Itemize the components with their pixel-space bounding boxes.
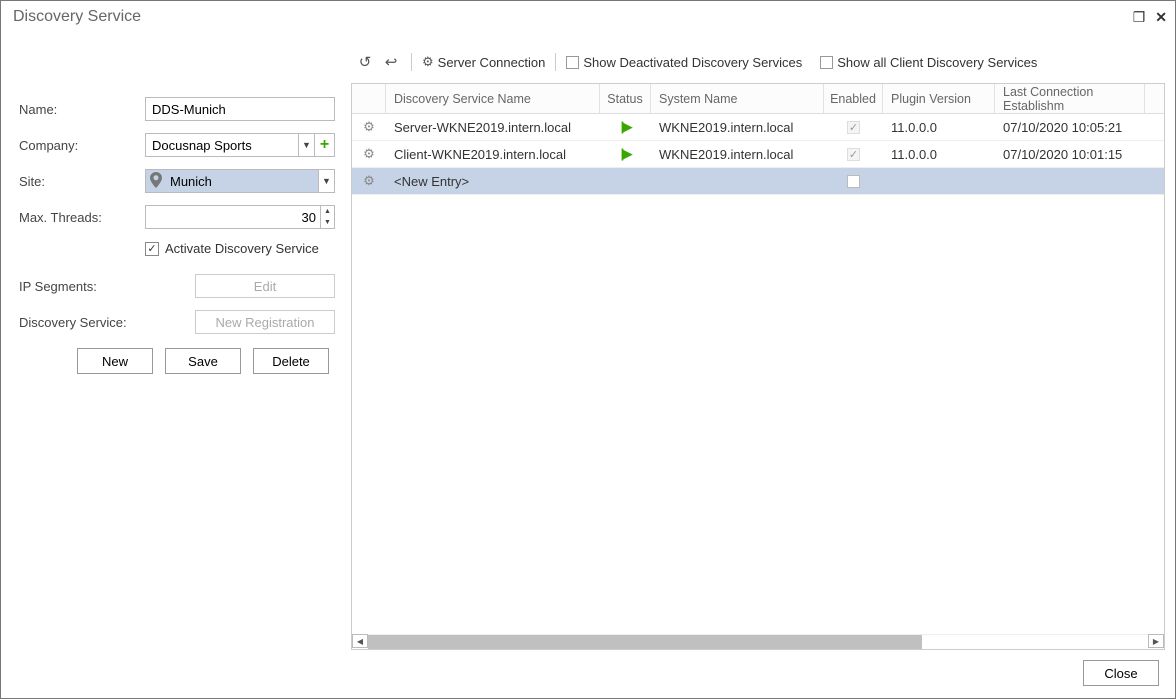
- title-bar: Discovery Service ❐ ✕: [1, 1, 1175, 33]
- name-label: Name:: [19, 102, 145, 117]
- close-icon[interactable]: ✕: [1155, 9, 1167, 26]
- activate-checkbox[interactable]: ✓: [145, 242, 159, 256]
- ipseg-edit-button[interactable]: Edit: [195, 274, 335, 298]
- row-plugin: 11.0.0.0: [883, 147, 995, 162]
- company-combo[interactable]: [145, 133, 299, 157]
- table-row[interactable]: ⚙Server-WKNE2019.intern.local |▶ WKNE2019.…: [352, 114, 1164, 141]
- show-all-client-checkbox[interactable]: Show all Client Discovery Services: [820, 55, 1037, 70]
- row-plugin: 11.0.0.0: [883, 120, 995, 135]
- row-name: Client-WKNE2019.intern.local: [386, 147, 600, 162]
- show-deactivated-checkbox[interactable]: Show Deactivated Discovery Services: [566, 55, 802, 70]
- new-registration-button[interactable]: New Registration: [195, 310, 335, 334]
- row-last: 07/10/2020 10:05:21: [995, 120, 1145, 135]
- gear-icon: ⚙: [422, 54, 434, 70]
- activate-label: Activate Discovery Service: [165, 241, 319, 256]
- row-gear-icon: ⚙: [352, 146, 386, 162]
- server-connection-button[interactable]: ⚙ Server Connection: [422, 54, 545, 70]
- row-name: Server-WKNE2019.intern.local: [386, 120, 600, 135]
- checkbox-icon: [566, 56, 579, 69]
- company-dropdown-icon[interactable]: ▼: [299, 133, 315, 157]
- grid-header: Discovery Service Name Status System Nam…: [352, 84, 1164, 114]
- form-panel: Name: Company: ▼ + Site: ▼: [1, 33, 345, 650]
- checkbox-icon: [820, 56, 833, 69]
- col-plugin[interactable]: Plugin Version: [883, 84, 995, 113]
- company-label: Company:: [19, 138, 145, 153]
- site-label: Site:: [19, 174, 145, 189]
- row-gear-icon: ⚙: [352, 119, 386, 135]
- scroll-right-icon[interactable]: ▶: [1148, 634, 1164, 648]
- window-controls: ❐ ✕: [1133, 9, 1167, 26]
- row-system: WKNE2019.intern.local: [651, 120, 824, 135]
- threads-input[interactable]: [145, 205, 335, 229]
- col-name[interactable]: Discovery Service Name: [386, 84, 600, 113]
- server-connection-label: Server Connection: [438, 55, 546, 70]
- row-gear-icon: ⚙: [352, 173, 386, 189]
- col-last[interactable]: Last Connection Establishm: [995, 84, 1145, 113]
- back-icon[interactable]: ↩: [381, 53, 401, 71]
- grid-panel: ↺ ↩ ⚙ Server Connection Show Deactivated…: [345, 33, 1175, 650]
- grid-body: ⚙Server-WKNE2019.intern.local|▶WKNE2019.…: [352, 114, 1164, 649]
- new-button[interactable]: New: [77, 348, 153, 374]
- window-title: Discovery Service: [9, 8, 141, 26]
- col-status[interactable]: Status: [600, 84, 651, 113]
- horizontal-scrollbar: ◀ ▶: [352, 633, 1164, 649]
- row-enabled: [824, 175, 883, 188]
- show-deactivated-label: Show Deactivated Discovery Services: [583, 55, 802, 70]
- scroll-left-icon[interactable]: ◀: [352, 634, 368, 648]
- row-enabled: ✓: [824, 121, 883, 134]
- site-dropdown-icon[interactable]: ▼: [319, 169, 335, 193]
- row-enabled: ✓: [824, 148, 883, 161]
- ipseg-label: IP Segments:: [19, 279, 145, 294]
- play-icon: |▶: [621, 119, 631, 135]
- row-system: WKNE2019.intern.local: [651, 147, 824, 162]
- play-icon: |▶: [621, 146, 631, 162]
- save-button[interactable]: Save: [165, 348, 241, 374]
- maximize-icon[interactable]: ❐: [1133, 9, 1146, 26]
- company-add-button[interactable]: +: [315, 133, 335, 157]
- dsrv-label: Discovery Service:: [19, 315, 145, 330]
- table-row[interactable]: ⚙Client-WKNE2019.intern.local |▶ WKNE2019.…: [352, 141, 1164, 168]
- dialog-footer: Close: [1083, 660, 1159, 686]
- threads-label: Max. Threads:: [19, 210, 145, 225]
- delete-button[interactable]: Delete: [253, 348, 329, 374]
- enabled-checkbox[interactable]: ✓: [847, 121, 860, 134]
- enabled-checkbox[interactable]: [847, 175, 860, 188]
- refresh-icon[interactable]: ↺: [355, 53, 375, 71]
- enabled-checkbox[interactable]: ✓: [847, 148, 860, 161]
- threads-spin-up-icon[interactable]: ▲: [320, 206, 334, 217]
- separator: [555, 53, 556, 71]
- close-button[interactable]: Close: [1083, 660, 1159, 686]
- col-system[interactable]: System Name: [651, 84, 824, 113]
- site-combo[interactable]: [145, 169, 319, 193]
- separator: [411, 53, 412, 71]
- grid-toolbar: ↺ ↩ ⚙ Server Connection Show Deactivated…: [351, 49, 1165, 75]
- scroll-track[interactable]: [368, 634, 1148, 648]
- scroll-thumb[interactable]: [368, 635, 922, 649]
- table-row[interactable]: ⚙<New Entry>: [352, 168, 1164, 195]
- row-last: 07/10/2020 10:01:15: [995, 147, 1145, 162]
- threads-spin-down-icon[interactable]: ▼: [320, 217, 334, 228]
- row-status: |▶: [600, 146, 651, 162]
- discovery-grid: Discovery Service Name Status System Nam…: [351, 83, 1165, 650]
- pin-icon: [150, 172, 162, 192]
- col-enabled[interactable]: Enabled: [824, 84, 883, 113]
- show-all-client-label: Show all Client Discovery Services: [837, 55, 1037, 70]
- row-status: |▶: [600, 119, 651, 135]
- name-input[interactable]: [145, 97, 335, 121]
- col-icon[interactable]: [352, 84, 386, 113]
- row-name: <New Entry>: [386, 174, 600, 189]
